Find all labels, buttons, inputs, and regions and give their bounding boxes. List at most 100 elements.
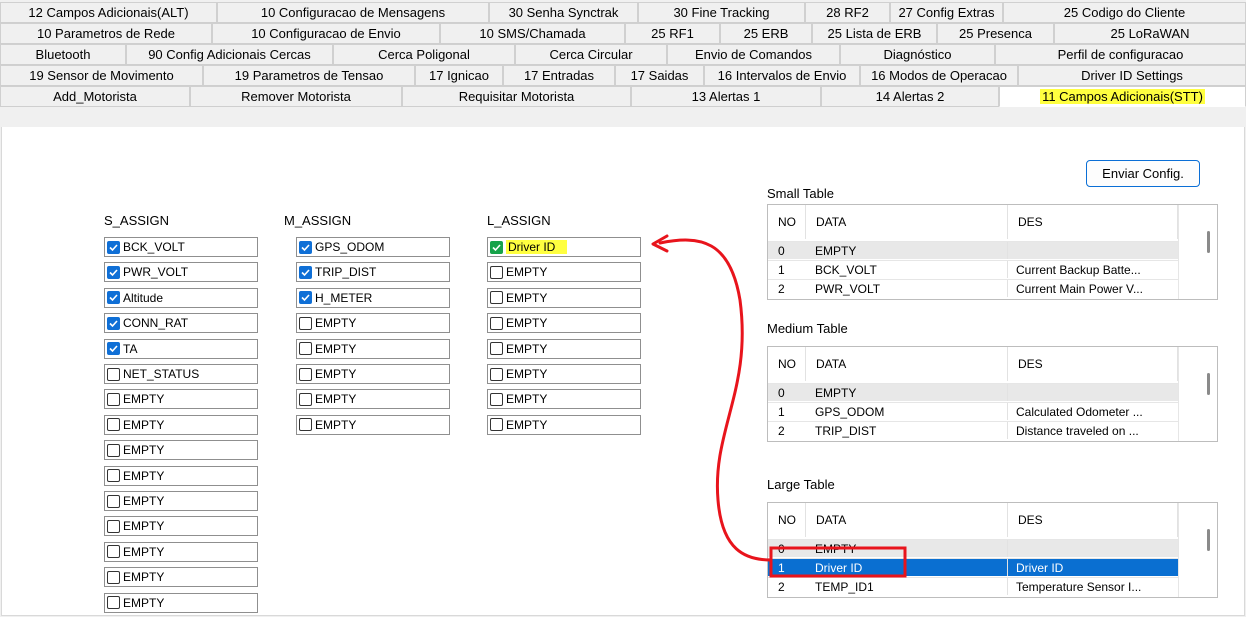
l-assign-checkbox[interactable]: EMPTY — [487, 389, 641, 410]
table-row[interactable]: 2 TRIP_DIST Distance traveled on ... — [768, 421, 1178, 439]
s-assign-checkbox[interactable]: PWR_VOLT — [104, 262, 258, 283]
column-header-data[interactable]: DATA — [806, 503, 1008, 537]
vertical-scrollbar[interactable] — [1178, 205, 1217, 299]
tab-25-rf1[interactable]: 25 RF1 — [625, 23, 720, 44]
column-header-no[interactable]: NO — [768, 503, 806, 537]
tab-90-config-adicionais-cercas[interactable]: 90 Config Adicionais Cercas — [126, 44, 333, 65]
tab-16-intervalos-de-envio[interactable]: 16 Intervalos de Envio — [704, 65, 860, 86]
table-row[interactable]: 1 Driver ID Driver ID — [768, 558, 1178, 576]
tab-19-sensor-de-movimento[interactable]: 19 Sensor de Movimento — [0, 65, 203, 86]
medium-table[interactable]: NO DATA DES 0 EMPTY 1 GPS_ODOM Calculated Odome… — [767, 346, 1218, 442]
large-table[interactable]: NO DATA DES 0 EMPTY 1 Driver ID Driver ID 2 TEMP_… — [767, 502, 1218, 598]
column-header-data[interactable]: DATA — [806, 347, 1008, 381]
tab-cerca-circular[interactable]: Cerca Circular — [515, 44, 667, 65]
scrollbar-thumb[interactable] — [1207, 231, 1210, 253]
table-row[interactable]: 0 EMPTY — [768, 241, 1178, 259]
column-header-no[interactable]: NO — [768, 205, 806, 239]
tab-diagn-stico[interactable]: Diagnóstico — [840, 44, 995, 65]
l-assign-checkbox[interactable]: EMPTY — [487, 262, 641, 283]
checkbox-box — [299, 392, 312, 406]
tab-17-saidas[interactable]: 17 Saidas — [615, 65, 704, 86]
tab-25-presenca[interactable]: 25 Presenca — [937, 23, 1054, 44]
tab-perfil-de-configuracao[interactable]: Perfil de configuracao — [995, 44, 1246, 65]
s-assign-checkbox[interactable]: EMPTY — [104, 516, 258, 537]
table-row[interactable]: 1 BCK_VOLT Current Backup Batte... — [768, 260, 1178, 278]
m-assign-checkbox[interactable]: EMPTY — [296, 389, 450, 410]
s-assign-checkbox[interactable]: EMPTY — [104, 440, 258, 461]
scrollbar-thumb[interactable] — [1207, 529, 1210, 551]
vertical-scrollbar[interactable] — [1178, 347, 1217, 441]
tab-strip: 12 Campos Adicionais(ALT) 10 Configuracao… — [0, 0, 1246, 127]
l-assign-checkbox[interactable]: EMPTY — [487, 313, 641, 334]
scrollbar-thumb[interactable] — [1207, 373, 1210, 395]
l-assign-checkbox[interactable]: EMPTY — [487, 287, 641, 308]
tab-25-erb[interactable]: 25 ERB — [720, 23, 812, 44]
send-config-button[interactable]: Enviar Config. — [1086, 160, 1200, 187]
m-assign-checkbox[interactable]: H_METER — [296, 287, 450, 308]
tab-remover-motorista[interactable]: Remover Motorista — [190, 86, 402, 107]
s-assign-checkbox[interactable]: EMPTY — [104, 567, 258, 588]
s-assign-checkbox[interactable]: EMPTY — [104, 541, 258, 562]
table-row[interactable]: 0 EMPTY — [768, 383, 1178, 401]
l-assign-checkbox[interactable]: Driver ID — [487, 237, 641, 257]
tab-cerca-poligonal[interactable]: Cerca Poligonal — [333, 44, 515, 65]
tab-17-entradas[interactable]: 17 Entradas — [503, 65, 615, 86]
tab-12-campos-adicionais-alt[interactable]: 12 Campos Adicionais(ALT) — [0, 2, 217, 23]
column-header-data[interactable]: DATA — [806, 205, 1008, 239]
s-assign-checkbox[interactable]: TA — [104, 338, 258, 359]
s-assign-checkbox[interactable]: EMPTY — [104, 491, 258, 511]
table-row[interactable]: 1 GPS_ODOM Calculated Odometer ... — [768, 402, 1178, 420]
tab-requisitar-motorista[interactable]: Requisitar Motorista — [402, 86, 631, 107]
table-row[interactable]: 2 PWR_VOLT Current Main Power V... — [768, 279, 1178, 297]
m-assign-checkbox[interactable]: EMPTY — [296, 364, 450, 384]
m-assign-checkbox[interactable]: GPS_ODOM — [296, 237, 450, 257]
column-header-des[interactable]: DES — [1008, 503, 1178, 537]
small-table[interactable]: NO DATA DES 0 EMPTY 1 BCK_VOLT Current Backup B… — [767, 204, 1218, 300]
tab-13-alertas-1[interactable]: 13 Alertas 1 — [631, 86, 821, 107]
s-assign-checkbox[interactable]: EMPTY — [104, 592, 258, 613]
checkbox-box — [107, 316, 120, 330]
column-header-no[interactable]: NO — [768, 347, 806, 381]
l-assign-checkbox[interactable]: EMPTY — [487, 364, 641, 384]
tab-19-parametros-de-tensao[interactable]: 19 Parametros de Tensao — [203, 65, 415, 86]
tab-14-alertas-2[interactable]: 14 Alertas 2 — [821, 86, 999, 107]
s-assign-checkbox[interactable]: Altitude — [104, 287, 258, 308]
tab-30-senha-synctrak[interactable]: 30 Senha Synctrak — [489, 2, 638, 23]
tab-row-5: Add_Motorista Remover Motorista Requisitar… — [0, 86, 1246, 107]
m-assign-checkbox[interactable]: EMPTY — [296, 338, 450, 359]
column-header-des[interactable]: DES — [1008, 205, 1178, 239]
l-assign-checkbox[interactable]: EMPTY — [487, 338, 641, 359]
tab-bluetooth[interactable]: Bluetooth — [0, 44, 126, 65]
m-assign-checkbox[interactable]: EMPTY — [296, 414, 450, 435]
s-assign-checkbox[interactable]: EMPTY — [104, 389, 258, 410]
tab-10-configuracao-de-mensagens[interactable]: 10 Configuracao de Mensagens — [217, 2, 489, 23]
l-assign-checkbox[interactable]: EMPTY — [487, 414, 641, 435]
tab-28-rf2[interactable]: 28 RF2 — [805, 2, 890, 23]
s-assign-checkbox[interactable]: NET_STATUS — [104, 364, 258, 384]
s-assign-checkbox[interactable]: EMPTY — [104, 414, 258, 435]
tab-add-motorista[interactable]: Add_Motorista — [0, 86, 190, 107]
checkbox-label: EMPTY — [123, 595, 165, 610]
tab-driver-id-settings[interactable]: Driver ID Settings — [1018, 65, 1246, 86]
tab-16-modos-de-operacao[interactable]: 16 Modos de Operacao — [860, 65, 1018, 86]
tab-25-lorawan[interactable]: 25 LoRaWAN — [1054, 23, 1246, 44]
table-row[interactable]: 0 EMPTY — [768, 539, 1178, 557]
tab-25-codigo-do-cliente[interactable]: 25 Codigo do Cliente — [1003, 2, 1246, 23]
vertical-scrollbar[interactable] — [1178, 503, 1217, 597]
m-assign-checkbox[interactable]: EMPTY — [296, 313, 450, 334]
tab-envio-de-comandos[interactable]: Envio de Comandos — [667, 44, 840, 65]
s-assign-checkbox[interactable]: BCK_VOLT — [104, 237, 258, 257]
tab-10-sms-chamada[interactable]: 10 SMS/Chamada — [440, 23, 625, 44]
tab-25-lista-de-erb[interactable]: 25 Lista de ERB — [812, 23, 937, 44]
table-row[interactable]: 2 TEMP_ID1 Temperature Sensor I... — [768, 577, 1178, 595]
column-header-des[interactable]: DES — [1008, 347, 1178, 381]
tab-27-config-extras[interactable]: 27 Config Extras — [890, 2, 1003, 23]
tab-11-campos-adicionais-stt[interactable]: 11 Campos Adicionais(STT) — [999, 86, 1246, 107]
s-assign-checkbox[interactable]: EMPTY — [104, 465, 258, 486]
tab-10-configuracao-de-envio[interactable]: 10 Configuracao de Envio — [212, 23, 440, 44]
tab-10-parametros-de-rede[interactable]: 10 Parametros de Rede — [0, 23, 212, 44]
tab-30-fine-tracking[interactable]: 30 Fine Tracking — [638, 2, 805, 23]
m-assign-checkbox[interactable]: TRIP_DIST — [296, 262, 450, 283]
s-assign-checkbox[interactable]: CONN_RAT — [104, 313, 258, 334]
tab-17-ignicao[interactable]: 17 Ignicao — [415, 65, 503, 86]
